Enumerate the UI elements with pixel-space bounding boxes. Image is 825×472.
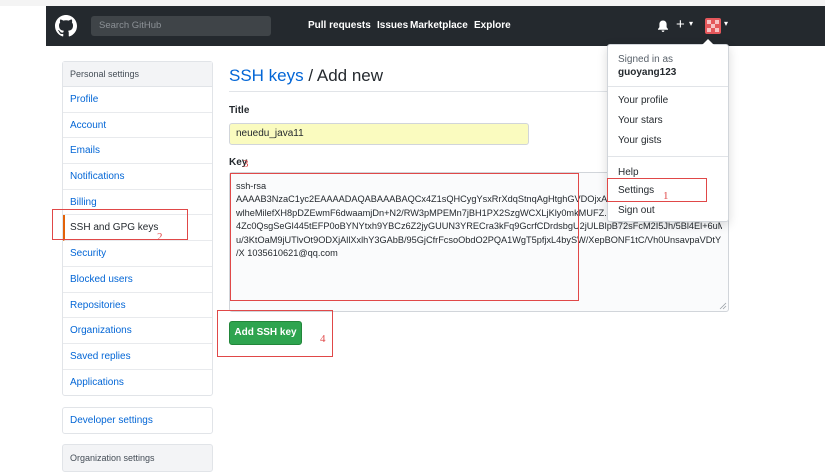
avatar[interactable] <box>705 18 721 34</box>
sidebar-item-blocked-users[interactable]: Blocked users <box>63 267 212 293</box>
title-label: Title <box>229 105 250 116</box>
nav-issues[interactable]: Issues <box>377 20 408 31</box>
menu-item-your-stars[interactable]: Your stars <box>618 115 663 126</box>
page-title: SSH keys / Add new <box>229 66 383 86</box>
page-title-rest: / Add new <box>303 66 384 85</box>
annotation-number: 2 <box>157 231 163 243</box>
sidebar-item-notifications[interactable]: Notifications <box>63 164 212 190</box>
username: guoyang123 <box>618 67 677 78</box>
github-logo-icon[interactable] <box>55 15 77 37</box>
sidebar-item-security[interactable]: Security <box>63 241 212 267</box>
sidebar-item-emails[interactable]: Emails <box>63 138 212 165</box>
sidebar-item-repositories[interactable]: Repositories <box>63 293 212 319</box>
sidebar-heading: Personal settings <box>63 62 212 87</box>
plus-icon[interactable]: + <box>676 16 685 33</box>
nav-explore[interactable]: Explore <box>474 20 511 31</box>
sidebar-item-applications[interactable]: Applications <box>63 370 212 396</box>
sidebar-item-organizations[interactable]: Organizations <box>63 318 212 344</box>
menu-item-your-gists[interactable]: Your gists <box>618 135 662 146</box>
sidebar-item-developer-settings[interactable]: Developer settings <box>62 407 213 434</box>
signed-in-label: Signed in as <box>618 54 674 65</box>
title-input[interactable]: neuedu_java11 <box>229 123 529 145</box>
annotation-box <box>230 173 579 301</box>
annotation-number: 4 <box>320 333 326 345</box>
menu-item-help[interactable]: Help <box>618 167 639 178</box>
sidebar-item-saved-replies[interactable]: Saved replies <box>63 344 212 370</box>
annotation-number: 3 <box>243 158 249 170</box>
menu-item-sign-out[interactable]: Sign out <box>618 205 655 216</box>
bell-icon[interactable] <box>656 19 670 33</box>
menu-item-your-profile[interactable]: Your profile <box>618 95 668 106</box>
annotation-box <box>607 178 707 202</box>
chevron-down-icon: ▾ <box>689 19 694 28</box>
ssh-keys-link[interactable]: SSH keys <box>229 66 304 85</box>
annotation-number: 1 <box>663 190 669 202</box>
dropdown-divider <box>608 86 728 87</box>
sidebar-item-profile[interactable]: Profile <box>63 87 212 113</box>
annotation-box <box>52 209 188 240</box>
resize-handle-icon[interactable] <box>718 301 727 310</box>
chevron-down-icon: ▾ <box>724 19 729 28</box>
search-input[interactable]: Search GitHub <box>91 16 271 36</box>
nav-marketplace[interactable]: Marketplace <box>410 20 468 31</box>
annotation-box <box>217 310 333 357</box>
sidebar-item-account[interactable]: Account <box>63 113 212 139</box>
nav-pull-requests[interactable]: Pull requests <box>308 20 371 31</box>
dropdown-arrow <box>702 39 714 45</box>
dropdown-divider <box>608 156 728 157</box>
